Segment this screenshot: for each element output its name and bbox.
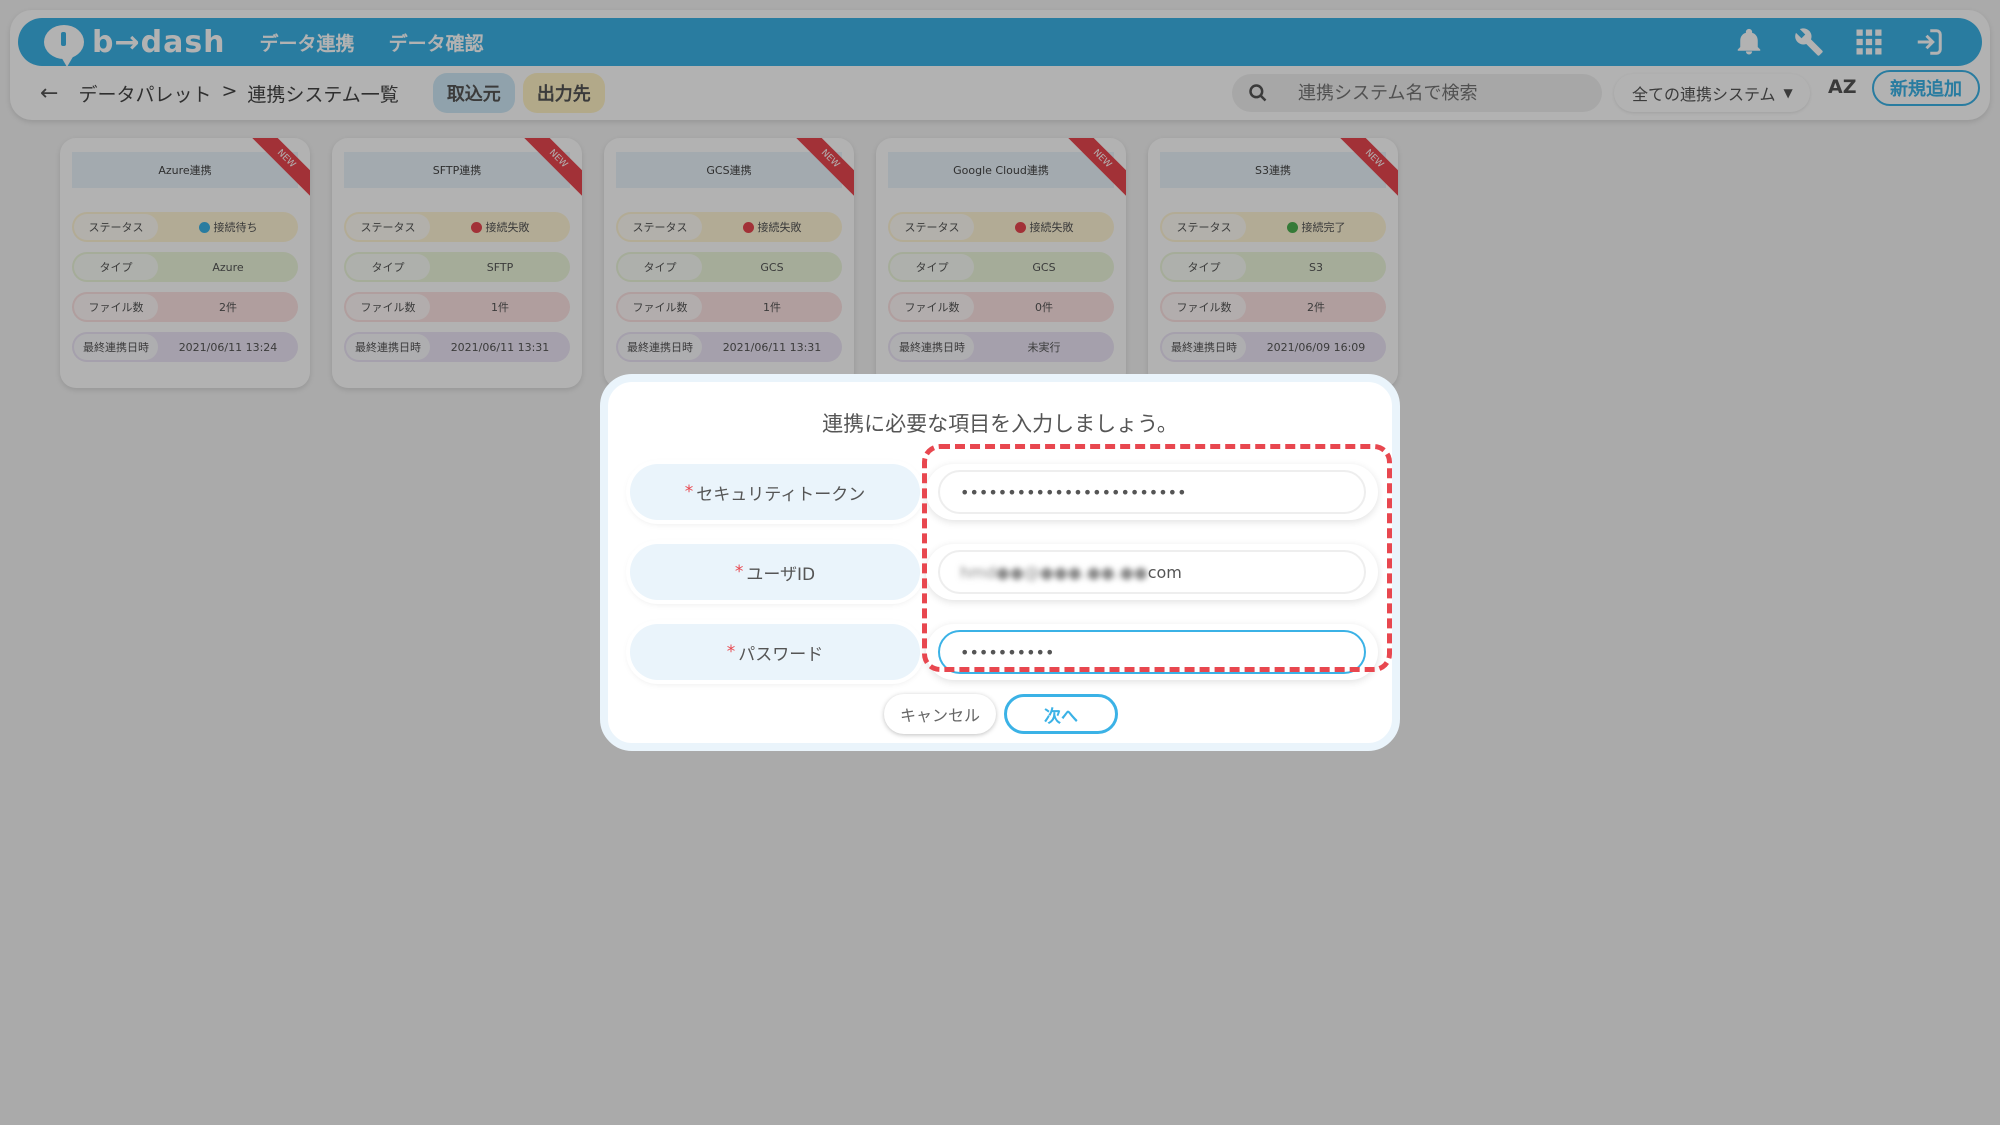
- password-label: * パスワード: [630, 624, 920, 680]
- credentials-modal: 連携に必要な項目を入力しましょう。 * セキュリティトークン •••••••••…: [600, 374, 1400, 751]
- password-field-wrap: ••••••••••: [926, 624, 1378, 680]
- cancel-button[interactable]: キャンセル: [884, 694, 996, 734]
- next-button[interactable]: 次へ: [1004, 694, 1118, 734]
- security-token-field-wrap: ••••••••••••••••••••••••: [926, 464, 1378, 520]
- required-mark: *: [726, 642, 736, 662]
- security-token-input[interactable]: ••••••••••••••••••••••••: [938, 470, 1366, 514]
- user-id-input[interactable]: hmd●●@●●●.●●.●● com: [938, 550, 1366, 594]
- password-input[interactable]: ••••••••••: [938, 630, 1366, 674]
- security-token-label: * セキュリティトークン: [630, 464, 920, 520]
- password-label-text: パスワード: [738, 644, 824, 665]
- password-value: ••••••••••: [960, 642, 1055, 662]
- required-mark: *: [734, 562, 744, 582]
- security-token-label-text: セキュリティトークン: [696, 484, 866, 505]
- user-id-label-text: ユーザID: [746, 564, 816, 585]
- user-id-field-wrap: hmd●●@●●●.●●.●● com: [926, 544, 1378, 600]
- user-id-value-blurred: hmd●●@●●●.●●.●●: [960, 562, 1148, 582]
- modal-title: 連携に必要な項目を入力しましょう。: [822, 412, 1178, 436]
- user-id-value-suffix: com: [1147, 562, 1182, 582]
- security-token-value: ••••••••••••••••••••••••: [960, 482, 1187, 502]
- required-mark: *: [684, 482, 694, 502]
- user-id-label: * ユーザID: [630, 544, 920, 600]
